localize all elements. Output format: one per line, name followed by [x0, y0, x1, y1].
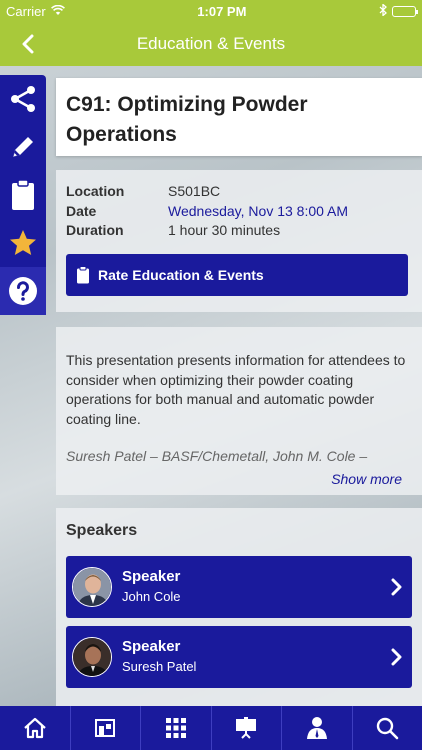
date-row: Date Wednesday, Nov 13 8:00 AM [66, 202, 412, 222]
tab-speakers[interactable] [282, 706, 353, 750]
duration-label: Duration [66, 222, 124, 238]
chevron-left-icon [22, 34, 34, 54]
duration-row: Duration 1 hour 30 minutes [66, 221, 412, 241]
avatar [72, 567, 112, 607]
exhibitor-icon [95, 719, 116, 737]
battery-icon [392, 5, 418, 17]
pencil-icon [13, 137, 33, 157]
help-button[interactable] [0, 267, 46, 315]
session-info-card: Location S501BC Date Wednesday, Nov 13 8… [56, 170, 422, 312]
clock: 1:07 PM [197, 3, 247, 19]
tab-floorplan[interactable] [141, 706, 212, 750]
location-row: Location S501BC [66, 182, 412, 202]
speaker-row[interactable]: Speaker John Cole [66, 556, 412, 618]
back-button[interactable] [14, 30, 42, 58]
share-icon [11, 86, 35, 112]
clipboard-icon [12, 179, 34, 210]
grid-icon [165, 718, 186, 738]
chevron-right-icon [386, 647, 406, 667]
status-bar: Carrier 1:07 PM [0, 0, 422, 22]
date-label: Date [66, 202, 97, 219]
session-title: C91: Optimizing Powder Operations [66, 93, 308, 146]
description-card: This presentation presents information f… [56, 327, 422, 495]
page-title: Education & Events [136, 34, 286, 53]
survey-button[interactable] [0, 171, 46, 219]
speaker-row[interactable]: Speaker Suresh Patel [66, 626, 412, 688]
action-sidebar [0, 75, 46, 315]
help-icon [9, 277, 37, 305]
search-icon [377, 717, 399, 740]
speaker-icon [306, 717, 327, 739]
duration-value: 1 hour 30 minutes [168, 222, 281, 238]
show-more-link[interactable]: Show more [331, 471, 402, 487]
tab-search[interactable] [353, 706, 422, 750]
speaker-name: Suresh Patel [122, 659, 197, 674]
date-value[interactable]: Wednesday, Nov 13 8:00 AM [168, 202, 348, 222]
chevron-right-icon [386, 577, 406, 597]
rate-button[interactable]: Rate Education & Events [66, 254, 408, 296]
speaker-role: Speaker [122, 568, 181, 585]
clipboard-icon [77, 266, 89, 284]
avatar [72, 637, 112, 677]
share-button[interactable] [0, 75, 46, 123]
description-text: This presentation presents information f… [66, 352, 406, 427]
tab-bar [0, 706, 422, 750]
wifi-icon [50, 4, 65, 19]
location-value: S501BC [168, 183, 221, 199]
speaker-role: Speaker [122, 638, 181, 655]
presentation-icon [236, 717, 257, 739]
home-icon [24, 717, 46, 739]
speakers-section: Speakers Speaker John Cole Speaker Sures… [56, 508, 422, 708]
tab-education[interactable] [212, 706, 282, 750]
carrier-label: Carrier [6, 3, 46, 19]
speakers-heading: Speakers [66, 522, 138, 539]
favorite-button[interactable] [0, 219, 46, 267]
notes-button[interactable] [0, 123, 46, 171]
tab-home[interactable] [0, 706, 71, 750]
bluetooth-icon [379, 2, 387, 19]
rate-button-label: Rate Education & Events [98, 267, 264, 283]
session-title-card: C91: Optimizing Powder Operations [56, 78, 422, 156]
description-truncated: Suresh Patel – BASF/Chemetall, John M. C… [66, 448, 368, 464]
tab-exhibitors[interactable] [71, 706, 141, 750]
star-icon [10, 230, 36, 255]
location-label: Location [66, 183, 125, 199]
nav-bar: Education & Events [0, 22, 422, 66]
speaker-name: John Cole [122, 589, 181, 604]
